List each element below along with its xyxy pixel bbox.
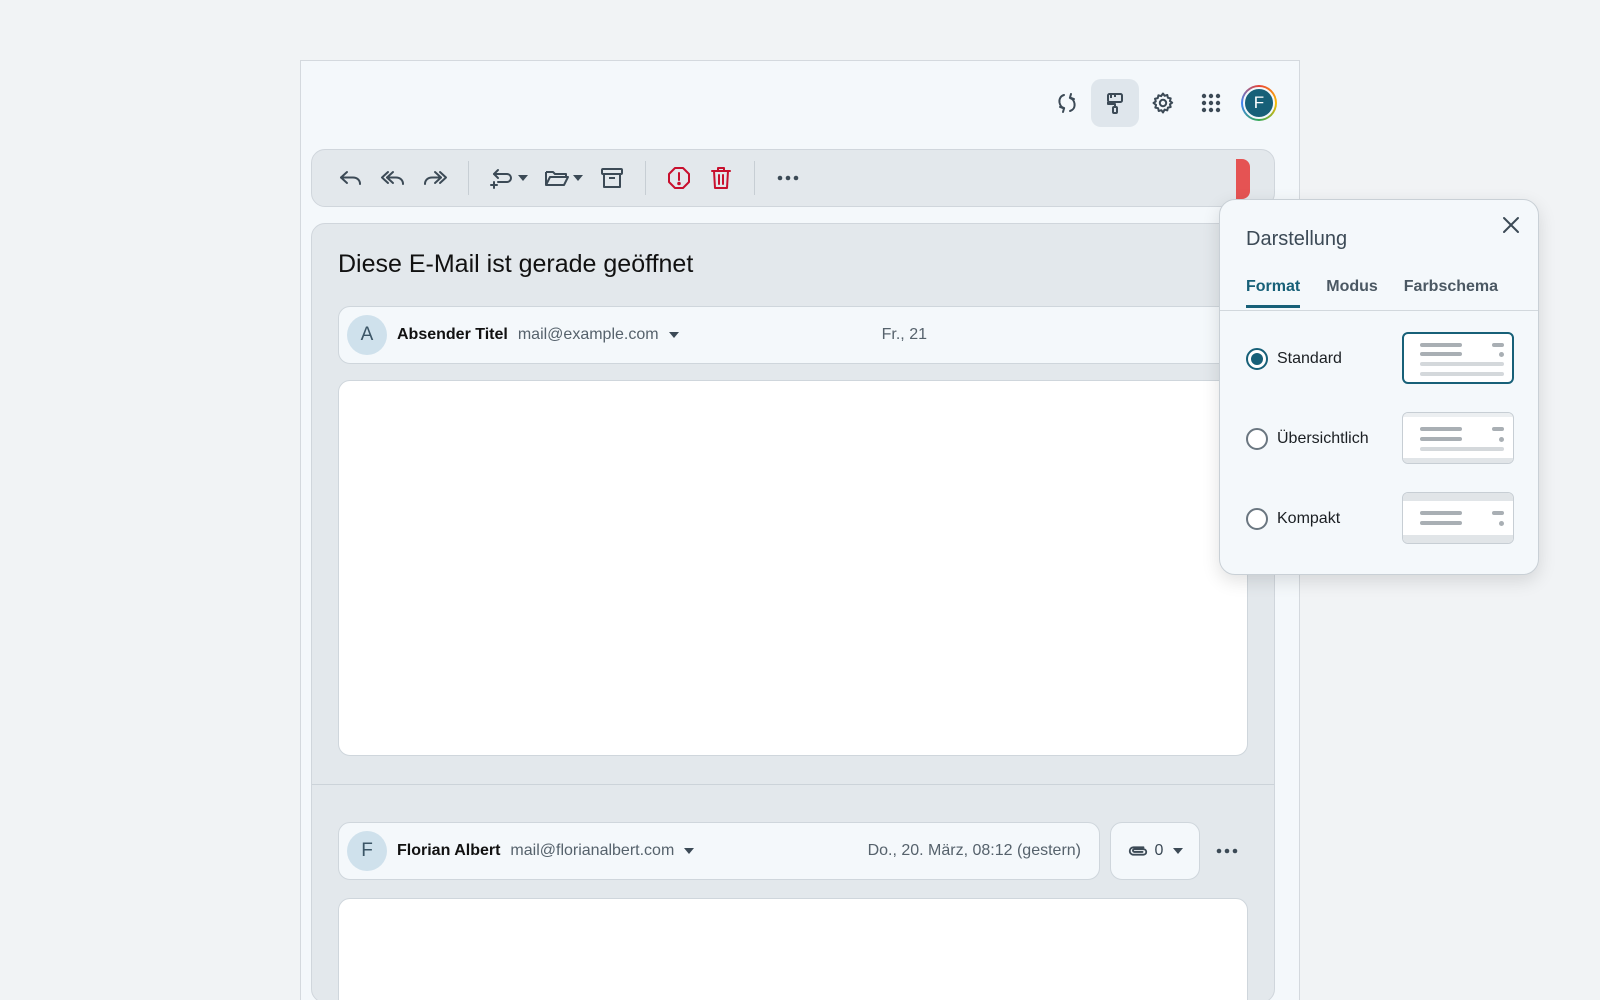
more-icon[interactable] — [767, 158, 809, 198]
appearance-popover: Darstellung Format Modus Farbschema Stan… — [1219, 199, 1539, 575]
paperclip-icon — [1128, 846, 1147, 856]
more-icon[interactable] — [1214, 838, 1240, 869]
reply-all-icon[interactable] — [372, 158, 414, 198]
radio-kompakt[interactable] — [1246, 508, 1268, 530]
sender-email: mail@example.com — [517, 326, 659, 343]
tab-format[interactable]: Format — [1246, 278, 1301, 308]
mail-toolbar — [311, 149, 1275, 207]
popover-title: Darstellung — [1246, 228, 1348, 250]
message-header[interactable]: F Florian Albert mail@florianalbert.com … — [338, 822, 1100, 880]
attachments-button[interactable]: 0 — [1110, 822, 1200, 880]
user-avatar[interactable]: F — [1241, 85, 1277, 121]
sender-name: Florian Albert — [397, 842, 501, 859]
message-body — [338, 898, 1248, 1000]
sync-icon[interactable] — [1043, 79, 1091, 127]
option-label: Kompakt — [1277, 510, 1341, 527]
tab-modus[interactable]: Modus — [1326, 278, 1378, 308]
radio-uebersichtlich[interactable] — [1246, 428, 1268, 450]
chevron-down-icon[interactable] — [684, 848, 695, 854]
toolbar-divider — [754, 161, 755, 195]
chevron-down-icon — [1173, 848, 1184, 854]
apps-grid-icon[interactable] — [1187, 79, 1235, 127]
message-body — [338, 380, 1248, 756]
option-label: Standard — [1277, 350, 1342, 367]
preview-standard[interactable] — [1402, 332, 1514, 384]
folder-move-icon[interactable] — [536, 158, 591, 198]
message-header[interactable]: A Absender Titel mail@example.com Fr., 2… — [338, 306, 1248, 364]
popover-tabs: Format Modus Farbschema — [1246, 278, 1498, 308]
chevron-down-icon[interactable] — [668, 332, 679, 338]
toolbar-divider — [468, 161, 469, 195]
paint-roller-icon[interactable] — [1091, 79, 1139, 127]
tab-farbschema[interactable]: Farbschema — [1404, 278, 1498, 308]
reply-icon[interactable] — [330, 158, 372, 198]
user-avatar-initial: F — [1243, 87, 1275, 119]
message-date: Fr., 21 — [881, 326, 927, 343]
trash-icon[interactable] — [700, 158, 742, 198]
preview-kompakt[interactable] — [1402, 492, 1514, 544]
return-icon[interactable] — [481, 158, 536, 198]
sender-avatar: A — [347, 315, 387, 355]
format-option-uebersichtlich[interactable]: Übersichtlich — [1246, 428, 1369, 450]
option-label: Übersichtlich — [1277, 430, 1369, 447]
message-pane: Diese E-Mail ist gerade geöffnet A Absen… — [311, 223, 1275, 1000]
close-icon[interactable] — [1498, 212, 1524, 238]
sender-name: Absender Titel — [397, 326, 508, 343]
sender-email: mail@florianalbert.com — [510, 842, 675, 859]
archive-icon[interactable] — [591, 158, 633, 198]
tabs-divider — [1220, 310, 1538, 311]
gear-icon[interactable] — [1139, 79, 1187, 127]
toolbar-divider — [645, 161, 646, 195]
message-date: Do., 20. März, 08:12 (gestern) — [867, 842, 1081, 859]
message-divider — [312, 784, 1274, 785]
message-subject: Diese E-Mail ist gerade geöffnet — [338, 250, 694, 278]
top-icon-bar: F — [1043, 79, 1277, 127]
radio-standard[interactable] — [1246, 348, 1268, 370]
sender-avatar: F — [347, 831, 387, 871]
preview-uebersichtlich[interactable] — [1402, 412, 1514, 464]
mail-app-frame: F Diese E-Mail ist gerade geöffnet A Abs… — [300, 60, 1539, 1000]
format-option-standard[interactable]: Standard — [1246, 348, 1342, 370]
forward-icon[interactable] — [414, 158, 456, 198]
red-action-button-edge[interactable] — [1236, 159, 1250, 199]
format-option-kompakt[interactable]: Kompakt — [1246, 508, 1340, 530]
spam-icon[interactable] — [658, 158, 700, 198]
attachments-count: 0 — [1154, 842, 1164, 859]
